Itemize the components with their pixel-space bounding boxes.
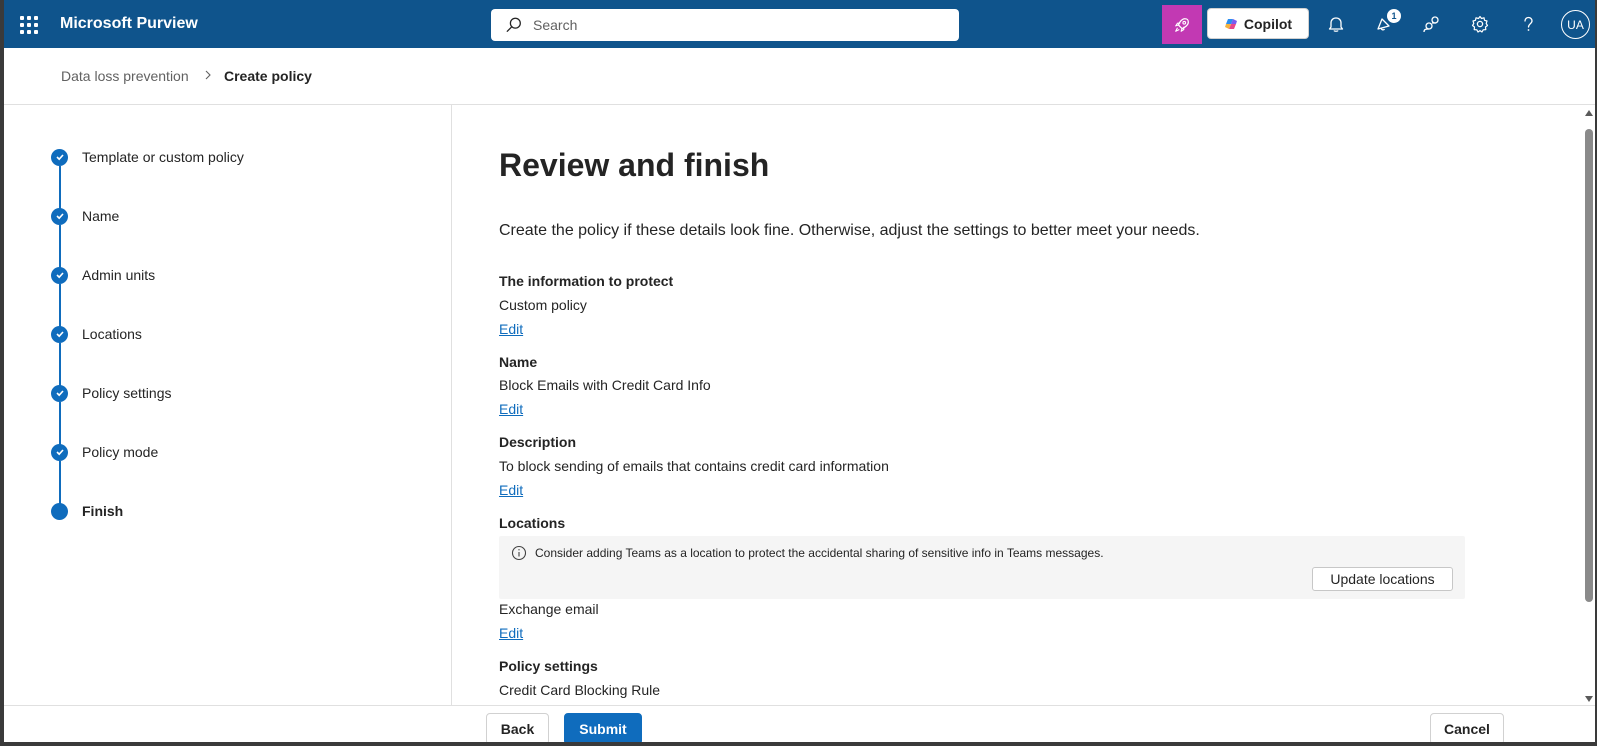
- step-label: Finish: [82, 503, 124, 519]
- copilot-logo-icon: [1224, 18, 1237, 29]
- settings-button[interactable]: [1468, 12, 1492, 36]
- checkmark-icon: [51, 266, 68, 284]
- step-policy-settings[interactable]: Policy settings: [51, 383, 171, 403]
- step-name[interactable]: Name: [51, 206, 119, 226]
- section-value-policy-settings: Credit Card Blocking Rule: [499, 682, 661, 698]
- step-label: Template or custom policy: [82, 149, 244, 165]
- edit-description-link[interactable]: Edit: [499, 482, 523, 498]
- checkmark-icon: [51, 207, 68, 225]
- help-button[interactable]: [1516, 12, 1540, 36]
- rocket-icon: [1175, 17, 1189, 32]
- step-label: Policy settings: [82, 385, 172, 401]
- scroll-thumb[interactable]: [1585, 129, 1593, 602]
- section-heading-policy-settings: Policy settings: [499, 658, 598, 674]
- breadcrumb-create-policy: Create policy: [224, 68, 312, 84]
- section-heading-locations: Locations: [499, 515, 566, 531]
- copilot-button[interactable]: Copilot: [1207, 8, 1309, 39]
- edit-locations-link[interactable]: Edit: [499, 625, 523, 641]
- step-finish[interactable]: Finish: [51, 501, 123, 521]
- wizard-steps: Template or custom policy Name Admin uni…: [4, 105, 452, 705]
- content-scrollbar[interactable]: [1584, 110, 1594, 702]
- step-template-or-custom-policy[interactable]: Template or custom policy: [51, 147, 244, 167]
- section-value-name: Block Emails with Credit Card Info: [499, 377, 711, 393]
- app-title[interactable]: Microsoft Purview: [60, 15, 198, 33]
- chevron-right-icon: [205, 70, 211, 80]
- edit-information-link[interactable]: Edit: [499, 321, 523, 337]
- step-label: Name: [82, 208, 120, 224]
- checkmark-icon: [51, 384, 68, 402]
- review-panel: Review and finish Create the policy if t…: [453, 105, 1573, 705]
- step-connector: [59, 225, 61, 268]
- step-policy-mode[interactable]: Policy mode: [51, 442, 158, 462]
- section-value-information: Custom policy: [499, 297, 587, 313]
- community-button[interactable]: [1420, 12, 1444, 36]
- info-message: Consider adding Teams as a location to p…: [535, 546, 1104, 560]
- step-connector: [59, 343, 61, 386]
- search-input[interactable]: [533, 17, 933, 33]
- section-heading-description: Description: [499, 434, 577, 450]
- breadcrumb-data-loss-prevention[interactable]: Data loss prevention: [61, 68, 189, 84]
- scroll-down-arrow-icon[interactable]: [1585, 696, 1593, 702]
- search-box[interactable]: [491, 9, 959, 41]
- people-connect-icon: [1423, 16, 1439, 33]
- wizard-footer: Back Submit Cancel: [4, 705, 1595, 745]
- step-label: Policy mode: [82, 444, 159, 460]
- back-button[interactable]: Back: [486, 713, 549, 745]
- step-admin-units[interactable]: Admin units: [51, 265, 155, 285]
- step-locations[interactable]: Locations: [51, 324, 142, 344]
- checkmark-icon: [51, 325, 68, 343]
- intro-text: Create the policy if these details look …: [499, 222, 1200, 239]
- gear-icon: [1471, 15, 1489, 33]
- notification-badge: 1: [1387, 9, 1401, 23]
- window-frame-bottom: [0, 742, 1597, 746]
- page-title: Review and finish: [499, 147, 770, 183]
- checkmark-icon: [51, 443, 68, 461]
- search-icon: [506, 17, 521, 32]
- app-launcher-icon[interactable]: [18, 14, 38, 34]
- cancel-button[interactable]: Cancel: [1430, 713, 1504, 745]
- question-mark-icon: [1524, 16, 1533, 31]
- breadcrumb: Data loss prevention Create policy: [4, 48, 1595, 105]
- section-heading-name: Name: [499, 354, 538, 370]
- whats-new-button[interactable]: 1: [1372, 9, 1401, 36]
- step-label: Locations: [82, 326, 142, 342]
- step-label: Admin units: [82, 267, 156, 283]
- update-locations-button[interactable]: Update locations: [1312, 567, 1453, 591]
- top-bar: Microsoft Purview Copilot: [4, 0, 1595, 48]
- section-value-description: To block sending of emails that contains…: [499, 458, 889, 474]
- step-connector: [59, 284, 61, 327]
- copilot-launch-button[interactable]: [1162, 5, 1202, 44]
- scroll-up-arrow-icon[interactable]: [1585, 110, 1593, 116]
- step-connector: [59, 166, 61, 209]
- step-connector: [59, 402, 61, 445]
- info-icon: [511, 545, 527, 561]
- locations-info-banner: Consider adding Teams as a location to p…: [499, 536, 1465, 599]
- current-step-dot-icon: [51, 502, 68, 520]
- checkmark-icon: [51, 148, 68, 166]
- section-heading-information: The information to protect: [499, 273, 674, 289]
- notifications-button[interactable]: [1324, 12, 1348, 36]
- user-avatar[interactable]: UA: [1561, 10, 1590, 39]
- copilot-label: Copilot: [1243, 15, 1293, 32]
- section-value-locations: Exchange email: [499, 601, 599, 617]
- edit-name-link[interactable]: Edit: [499, 401, 523, 417]
- step-connector: [59, 461, 61, 504]
- bell-icon: [1328, 17, 1344, 32]
- submit-button[interactable]: Submit: [564, 713, 642, 745]
